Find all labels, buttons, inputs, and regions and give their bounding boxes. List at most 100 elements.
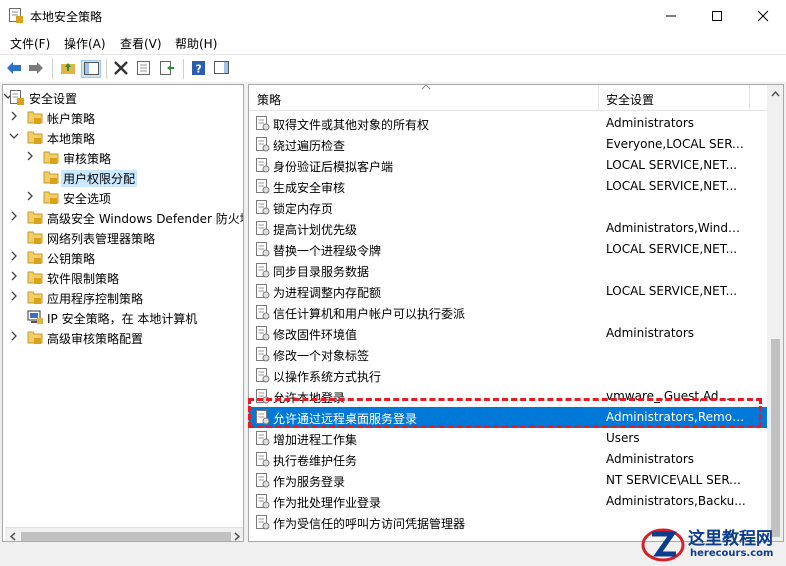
table-row[interactable]: 修改固件环境值 Administrators — [249, 323, 767, 344]
ip-security-icon — [27, 310, 43, 324]
chevron-right-icon[interactable] — [9, 251, 19, 261]
table-row[interactable]: 替换一个进程级令牌 LOCAL SERVICE,NET... — [249, 239, 767, 260]
tree-item[interactable]: 网络列表管理器策略 — [3, 227, 243, 247]
security-setting-value: LOCAL SERVICE,NET... — [606, 179, 738, 193]
tree-item[interactable]: 高级安全 Windows Defender 防火墙 — [3, 207, 243, 227]
table-row[interactable]: 以操作系统方式执行 — [249, 365, 767, 386]
back-button[interactable] — [4, 60, 24, 78]
table-row[interactable]: 为进程调整内存配额 LOCAL SERVICE,NET... — [249, 281, 767, 302]
folder-icon — [43, 151, 59, 164]
tree-item[interactable]: 用户权限分配 — [3, 167, 243, 187]
tree-item[interactable]: 安全选项 — [3, 187, 243, 207]
svg-text:?: ? — [196, 63, 202, 76]
menu-file[interactable]: 文件(F) — [10, 35, 50, 52]
tree-item[interactable]: 软件限制策略 — [3, 267, 243, 287]
maximize-button[interactable] — [694, 0, 740, 32]
menu-view[interactable]: 查看(V) — [120, 35, 162, 52]
table-row[interactable]: 身份验证后模拟客户端 LOCAL SERVICE,NET... — [249, 155, 767, 176]
chevron-down-icon[interactable] — [9, 131, 19, 141]
chevron-right-icon[interactable] — [9, 271, 19, 281]
scroll-right-arrow-icon[interactable] — [233, 532, 241, 541]
scrollbar-thumb[interactable] — [21, 532, 231, 541]
tree-horizontal-scrollbar[interactable] — [5, 527, 243, 541]
chevron-right-icon[interactable] — [9, 331, 19, 341]
security-setting-value: LOCAL SERVICE,NET... — [606, 284, 738, 298]
scrollbar-thumb[interactable] — [771, 339, 780, 537]
close-icon — [757, 10, 769, 22]
show-action-pane-button[interactable] — [212, 60, 232, 78]
tree-item[interactable]: 应用程序控制策略 — [3, 287, 243, 307]
table-row[interactable]: 同步目录服务数据 — [249, 260, 767, 281]
table-row[interactable]: 绕过遍历检查 Everyone,LOCAL SERV... — [249, 134, 767, 155]
properties-button[interactable] — [134, 60, 154, 78]
export-list-button[interactable] — [157, 60, 177, 78]
policy-icon — [256, 326, 270, 341]
chevron-right-icon[interactable] — [25, 151, 35, 161]
tree-item-label: 应用程序控制策略 — [47, 292, 144, 306]
table-row[interactable]: 提高计划优先级 Administrators,Windo... — [249, 218, 767, 239]
column-divider[interactable] — [749, 85, 750, 111]
table-row[interactable]: 增加进程工作集 Users — [249, 428, 767, 449]
chevron-right-icon[interactable] — [9, 211, 19, 221]
toolbar-separator — [52, 59, 53, 79]
forward-button[interactable] — [26, 60, 46, 78]
policy-icon — [256, 431, 270, 446]
column-header-security-setting[interactable]: 安全设置 — [606, 91, 654, 108]
folder-icon — [27, 291, 43, 304]
table-row[interactable]: 允许本地登录 vmware_,Guest,Ad... — [249, 386, 767, 407]
security-setting-value: vmware_,Guest,Ad... — [606, 389, 730, 403]
table-row[interactable]: 修改一个对象标签 — [249, 344, 767, 365]
tree-item[interactable]: 公钥策略 — [3, 247, 243, 267]
column-header-policy[interactable]: 策略 — [257, 91, 281, 108]
policy-icon — [256, 515, 270, 530]
help-button[interactable]: ? — [189, 60, 209, 78]
menu-help[interactable]: 帮助(H) — [175, 35, 217, 52]
policy-icon — [256, 179, 270, 194]
title-bar: 本地安全策略 — [0, 0, 786, 32]
chevron-right-icon[interactable] — [25, 191, 35, 201]
tree-item-label: 审核策略 — [63, 152, 112, 166]
security-setting-value: Administrators,Windo... — [606, 221, 746, 235]
tree-item[interactable]: IP 安全策略，在 本地计算机 — [3, 307, 243, 327]
table-row[interactable]: 允许通过远程桌面服务登录 Administrators,Remot... — [249, 407, 767, 428]
close-button[interactable] — [740, 0, 786, 32]
table-row[interactable]: 锁定内存页 — [249, 197, 767, 218]
tree-pane[interactable]: 安全设置 帐户策略 本地策略审核策略 用户权限分配 安全选项 高级安全 Windows D… — [2, 84, 244, 542]
chevron-right-icon[interactable] — [9, 291, 19, 301]
list-vertical-scrollbar[interactable] — [767, 85, 783, 541]
table-row[interactable]: 执行卷维护任务 Administrators — [249, 449, 767, 470]
scroll-left-arrow-icon[interactable] — [9, 532, 17, 541]
table-row[interactable]: 信任计算机和用户帐户可以执行委派 — [249, 302, 767, 323]
table-row[interactable]: 取得文件或其他对象的所有权 Administrators — [249, 113, 767, 134]
security-setting-value: Administrators,Backu... — [606, 494, 746, 508]
column-divider[interactable] — [598, 85, 599, 111]
up-level-button[interactable] — [58, 60, 78, 78]
menu-action[interactable]: 操作(A) — [64, 35, 106, 52]
table-row[interactable]: 作为服务登录 NT SERVICE\ALL SERV... — [249, 470, 767, 491]
list-pane[interactable]: 策略 安全设置 取得文件或其他对象的所有权 Administrators 绕过遍历检… — [248, 84, 784, 542]
menu-bar: 文件(F) 操作(A) 查看(V) 帮助(H) — [0, 32, 786, 54]
tree-item[interactable]: 安全设置 — [3, 87, 243, 107]
table-row[interactable]: 生成安全审核 LOCAL SERVICE,NET... — [249, 176, 767, 197]
policy-name: 生成安全审核 — [273, 181, 346, 195]
chevron-right-icon[interactable] — [9, 111, 19, 121]
policy-icon — [256, 389, 270, 404]
security-setting-value: LOCAL SERVICE,NET... — [606, 242, 738, 256]
policy-icon — [256, 284, 270, 299]
watermark-title: 这里教程网 — [688, 529, 773, 549]
window-title: 本地安全策略 — [30, 10, 103, 24]
security-setting-value: Administrators,Remot... — [606, 410, 746, 424]
table-row[interactable]: 作为批处理作业登录 Administrators,Backu... — [249, 491, 767, 512]
minimize-button[interactable] — [648, 0, 694, 32]
show-hide-tree-button[interactable] — [81, 60, 101, 78]
tree-item[interactable]: 帐户策略 — [3, 107, 243, 127]
tree-item[interactable]: 本地策略 — [3, 127, 243, 147]
policy-name: 作为服务登录 — [273, 475, 346, 489]
delete-button[interactable] — [111, 60, 131, 78]
scroll-up-arrow-icon[interactable] — [771, 91, 780, 97]
policy-icon — [256, 116, 270, 131]
folder-icon — [27, 131, 43, 144]
tree-item[interactable]: 高级审核策略配置 — [3, 327, 243, 347]
security-setting-value: Administrators — [606, 452, 695, 466]
tree-item[interactable]: 审核策略 — [3, 147, 243, 167]
